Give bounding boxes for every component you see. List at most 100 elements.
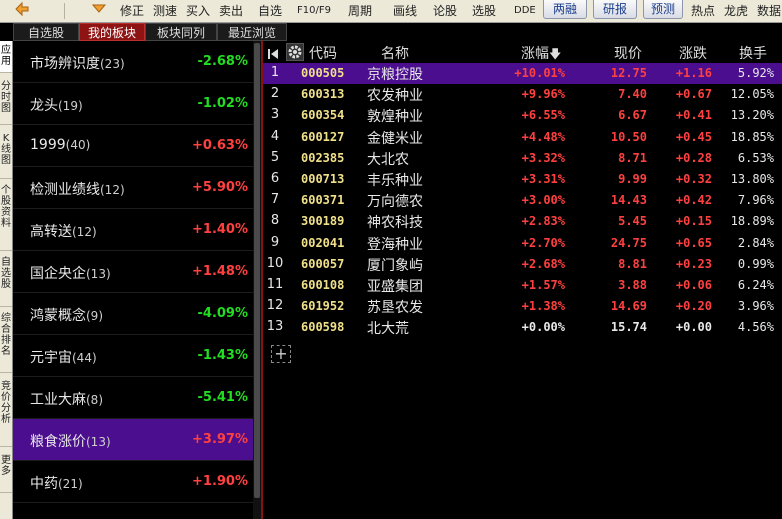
table-row[interactable]: 7 600371 万向德农 +3.00% 14.43 +0.42 7.96% [263, 190, 782, 211]
toolbar-f10[interactable]: F10/F9 [297, 0, 331, 22]
table-row[interactable]: 10 600057 厦门象屿 +2.68% 8.81 +0.23 0.99% [263, 254, 782, 275]
sector-name: 元宇宙(44) [30, 347, 97, 367]
header-code[interactable]: 代码 [309, 43, 337, 63]
sector-item[interactable]: 检测业绩线(12) +5.90% [13, 167, 253, 209]
side-tab-ranking[interactable]: 综合排名 [0, 307, 12, 373]
sector-item[interactable]: 鸿蒙概念(9) -4.09% [13, 293, 253, 335]
header-name[interactable]: 名称 [381, 43, 409, 63]
sector-label: 国企央企 [30, 266, 86, 282]
side-tab-kline[interactable]: K线图 [0, 125, 12, 179]
side-tab-apps[interactable]: 应用 [0, 41, 12, 73]
toolbar-screener[interactable]: 选股 [472, 0, 496, 22]
table-row[interactable]: 3 600354 敦煌种业 +6.55% 6.67 +0.41 13.20% [263, 105, 782, 126]
sector-item[interactable]: 元宇宙(44) -1.43% [13, 335, 253, 377]
stock-change-pct: +1.38% [521, 299, 565, 314]
sector-item[interactable]: 1999(40) +0.63% [13, 125, 253, 167]
side-tab-profile[interactable]: 个股资料 [0, 179, 12, 251]
sector-item[interactable]: 市场辨识度(23) -2.68% [13, 41, 253, 83]
stock-price: 5.45 [618, 214, 647, 229]
side-tab-more[interactable]: 更多 [0, 447, 12, 493]
sector-item[interactable]: 工业大麻(8) -5.41% [13, 377, 253, 419]
sector-item[interactable]: 龙头(19) -1.02% [13, 83, 253, 125]
back-arrow-icon[interactable] [12, 0, 32, 22]
table-row[interactable]: 2 600313 农发种业 +9.96% 7.40 +0.67 12.05% [263, 84, 782, 105]
scrollbar-thumb[interactable] [254, 43, 260, 498]
tab-sector-peers[interactable]: 板块同列 [145, 23, 217, 41]
stock-change: +0.06 [675, 278, 712, 292]
stock-turnover: 13.80% [730, 172, 774, 186]
table-row[interactable]: 9 002041 登海种业 +2.70% 24.75 +0.65 2.84% [263, 233, 782, 254]
stock-name: 登海种业 [367, 236, 423, 253]
table-row[interactable]: 11 600108 亚盛集团 +1.57% 3.88 +0.06 6.24% [263, 275, 782, 296]
stock-price: 8.71 [618, 150, 647, 165]
margin-trading-button[interactable]: 两融 [543, 0, 587, 19]
table-row[interactable]: 12 601952 苏垦农发 +1.38% 14.69 +0.20 3.96% [263, 296, 782, 317]
stock-price: 14.69 [610, 299, 647, 314]
header-turnover[interactable]: 换手 [739, 43, 767, 63]
sector-item[interactable]: 高转送(12) +1.40% [13, 209, 253, 251]
toolbar-sell[interactable]: 卖出 [219, 0, 243, 22]
toolbar-watchlist[interactable]: 自选 [258, 0, 282, 22]
table-row[interactable]: 5 002385 大北农 +3.32% 8.71 +0.28 6.53% [263, 148, 782, 169]
stock-name: 北大荒 [367, 321, 409, 338]
stock-turnover: 6.24% [737, 278, 774, 292]
research-report-button[interactable]: 研报 [593, 0, 637, 19]
down-arrow-icon[interactable] [90, 0, 110, 22]
forecast-button[interactable]: 预测 [643, 0, 683, 19]
gear-icon[interactable] [286, 43, 304, 61]
table-row[interactable]: 8 300189 神农科技 +2.83% 5.45 +0.15 18.89% [263, 211, 782, 232]
stock-code: 600598 [301, 320, 345, 335]
side-tab-auction[interactable]: 竞价分析 [0, 373, 12, 447]
stock-name: 敦煌种业 [367, 109, 423, 126]
sector-label: 工业大麻 [30, 392, 86, 408]
toolbar-buy[interactable]: 买入 [186, 0, 210, 22]
header-change[interactable]: 涨跌 [679, 43, 707, 63]
stock-change: +0.45 [675, 129, 712, 144]
stock-change-pct: +3.31% [521, 172, 565, 186]
tab-recent[interactable]: 最近浏览 [217, 23, 287, 41]
tab-watchlist[interactable]: 自选股 [13, 23, 79, 41]
stock-change: +0.65 [675, 235, 712, 250]
stock-change-pct: +10.01% [514, 66, 565, 80]
add-stock-button[interactable]: + [271, 345, 291, 363]
sort-desc-icon: 🡇 [549, 47, 562, 61]
header-price[interactable]: 现价 [614, 43, 642, 63]
row-index: 7 [270, 192, 280, 208]
toolbar-data[interactable]: 数据 [757, 0, 781, 22]
table-row[interactable]: 4 600127 金健米业 +4.48% 10.50 +0.45 18.85% [263, 127, 782, 148]
toolbar-fix[interactable]: 修正 [120, 0, 144, 22]
sector-change-pct: +1.90% [192, 474, 248, 489]
stock-turnover: 5.92% [737, 66, 774, 80]
toolbar-dde[interactable]: DDE [514, 0, 536, 22]
stock-price: 15.74 [610, 320, 647, 335]
side-tab-intraday[interactable]: 分时图 [0, 73, 12, 125]
sector-name: 检测业绩线(12) [30, 179, 125, 199]
toolbar-speed-test[interactable]: 测速 [153, 0, 177, 22]
tab-my-sectors[interactable]: 我的板块 [79, 23, 145, 41]
stock-name: 大北农 [367, 151, 409, 168]
toolbar-hotspot[interactable]: 热点 [691, 0, 715, 22]
stock-change: +0.00 [675, 320, 712, 335]
stock-price: 10.50 [610, 129, 647, 144]
stock-turnover: 6.53% [737, 150, 774, 165]
toolbar-draw[interactable]: 画线 [393, 0, 417, 22]
sector-item[interactable]: 粮食涨价(13) +3.97% [13, 419, 253, 461]
sector-change-pct: +0.63% [192, 138, 248, 153]
toolbar-period[interactable]: 周期 [348, 0, 372, 22]
sector-item[interactable]: 中药(21) +1.90% [13, 461, 253, 503]
first-page-icon[interactable] [267, 45, 279, 64]
sector-item[interactable]: 国企央企(13) +1.48% [13, 251, 253, 293]
sector-scrollbar[interactable] [253, 41, 261, 519]
sector-name: 中药(21) [30, 473, 83, 493]
table-row[interactable]: 13 600598 北大荒 +0.00% 15.74 +0.00 4.56% [263, 317, 782, 338]
row-index: 2 [270, 86, 280, 102]
stock-code: 300189 [301, 214, 345, 229]
sector-count: (8) [86, 393, 103, 407]
sector-label: 元宇宙 [30, 350, 72, 366]
row-index: 3 [270, 107, 280, 123]
table-row[interactable]: 1 000505 京粮控股 +10.01% 12.75 +1.16 5.92% [263, 63, 782, 84]
table-row[interactable]: 6 000713 丰乐种业 +3.31% 9.99 +0.32 13.80% [263, 169, 782, 190]
toolbar-discuss[interactable]: 论股 [433, 0, 457, 22]
toolbar-dragon-tiger[interactable]: 龙虎 [724, 0, 748, 22]
side-tab-watchlist[interactable]: 自选股 [0, 251, 12, 307]
